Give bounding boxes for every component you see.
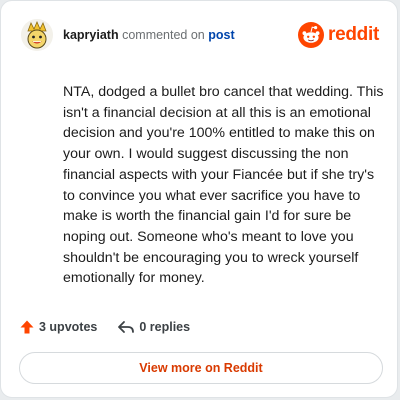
reply-arrow-icon[interactable] bbox=[117, 319, 135, 335]
reddit-wordmark: reddit bbox=[328, 24, 379, 45]
avatar-illustration-icon bbox=[21, 19, 53, 51]
comment-attribution: kapryiath commented on post bbox=[63, 28, 235, 42]
user-avatar[interactable] bbox=[21, 19, 53, 51]
upvote-arrow-icon[interactable] bbox=[19, 319, 35, 335]
replies-count: 0 replies bbox=[139, 320, 191, 334]
comment-header: kapryiath commented on post reddit bbox=[21, 19, 379, 51]
reddit-snoo-icon bbox=[298, 22, 325, 48]
comment-footer: 3 upvotes 0 replies bbox=[19, 317, 190, 337]
username-link[interactable]: kapryiath bbox=[63, 28, 119, 42]
comment-body: NTA, dodged a bullet bro cancel that wed… bbox=[63, 84, 384, 287]
action-text: commented on bbox=[122, 28, 205, 42]
reply-group[interactable]: 0 replies bbox=[117, 319, 190, 335]
reddit-brand[interactable]: reddit bbox=[298, 20, 379, 50]
upvote-group[interactable]: 3 upvotes bbox=[19, 319, 97, 335]
view-more-button[interactable]: View more on Reddit bbox=[19, 352, 383, 384]
comment-embed-card: kapryiath commented on post reddit NTA, … bbox=[0, 0, 398, 398]
post-link[interactable]: post bbox=[208, 28, 234, 42]
upvotes-count: 3 upvotes bbox=[39, 320, 98, 334]
